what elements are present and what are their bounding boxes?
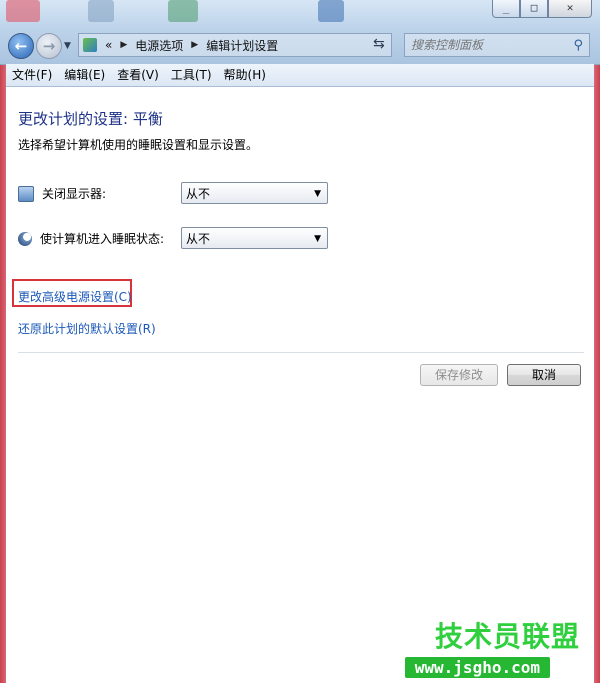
advanced-power-settings-link[interactable]: 更改高级电源设置(C) (18, 288, 132, 305)
content-pane: 更改计划的设置: 平衡 选择希望计算机使用的睡眠设置和显示设置。 关闭显示器: … (6, 87, 594, 683)
close-icon[interactable]: ✕ (548, 0, 592, 18)
menu-view[interactable]: 查看(V) (111, 64, 165, 86)
maximize-icon[interactable]: □ (520, 0, 548, 18)
display-off-row: 关闭显示器: (18, 185, 106, 202)
divider (18, 352, 584, 353)
menu-file[interactable]: 文件(F) (6, 64, 58, 86)
forward-arrow-icon[interactable]: → (36, 33, 62, 59)
page-description: 选择希望计算机使用的睡眠设置和显示设置。 (18, 138, 259, 152)
moon-sleep-icon (18, 231, 32, 246)
desktop-icon-decoration (318, 0, 344, 22)
chevron-right-icon[interactable]: ▶ (120, 40, 127, 50)
navigation-buttons: ← → ▼ (8, 33, 71, 59)
menu-edit[interactable]: 编辑(E) (58, 64, 111, 86)
cancel-button[interactable]: 取消 (507, 364, 581, 386)
breadcrumb-edit-plan[interactable]: 编辑计划设置 (206, 37, 278, 54)
search-input[interactable] (405, 37, 574, 53)
page-title: 更改计划的设置: 平衡 (18, 110, 163, 128)
restore-defaults-link[interactable]: 还原此计划的默认设置(R) (18, 320, 156, 337)
menu-bar: 文件(F) 编辑(E) 查看(V) 工具(T) 帮助(H) (6, 64, 594, 87)
address-overflow[interactable]: « (105, 38, 112, 52)
breadcrumb-power-options[interactable]: 电源选项 (135, 37, 183, 54)
sleep-row: 使计算机进入睡眠状态: (18, 230, 164, 247)
desktop-icon-decoration (88, 0, 114, 22)
display-off-select[interactable]: 从不 ▼ (181, 182, 328, 204)
menu-help[interactable]: 帮助(H) (218, 64, 272, 86)
watermark-title: 技术员联盟 (434, 620, 580, 653)
watermark-url: www.jsgho.com (404, 657, 550, 678)
history-dropdown-icon[interactable]: ▼ (64, 41, 71, 51)
chevron-down-icon: ▼ (314, 234, 321, 244)
address-bar[interactable]: « ▶ 电源选项 ▶ 编辑计划设置 (78, 33, 392, 57)
sleep-value: 从不 (186, 232, 211, 246)
back-arrow-icon[interactable]: ← (8, 33, 34, 59)
display-off-value: 从不 (186, 187, 211, 201)
display-off-label: 关闭显示器: (42, 187, 107, 201)
control-panel-icon (83, 38, 97, 52)
sleep-select[interactable]: 从不 ▼ (181, 227, 328, 249)
chevron-down-icon: ▼ (314, 189, 321, 199)
window-chrome: _ □ ✕ ← → ▼ « ▶ 电源选项 ▶ 编辑计划设置 ⇆ ⚲ (0, 0, 600, 65)
minimize-icon[interactable]: _ (492, 0, 520, 18)
desktop-icon-decoration (168, 0, 198, 22)
chevron-right-icon[interactable]: ▶ (191, 40, 198, 50)
menu-tools[interactable]: 工具(T) (165, 64, 218, 86)
save-button[interactable]: 保存修改 (420, 364, 498, 386)
monitor-icon (18, 185, 34, 202)
refresh-icon[interactable]: ⇆ (373, 36, 385, 52)
search-box[interactable]: ⚲ (404, 33, 590, 57)
sleep-label: 使计算机进入睡眠状态: (40, 232, 165, 246)
search-icon[interactable]: ⚲ (573, 38, 583, 53)
window-buttons: _ □ ✕ (492, 0, 592, 18)
desktop-icon-decoration (6, 0, 40, 22)
